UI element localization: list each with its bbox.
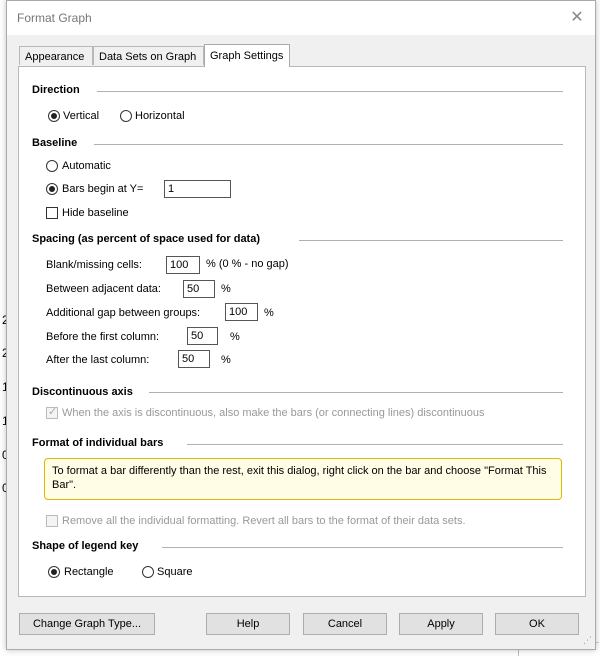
square-label[interactable]: Square [157,566,192,578]
remove-formatting-label: Remove all the individual formatting. Re… [62,515,466,527]
adjacent-data-suffix: % [221,283,231,295]
close-icon[interactable]: ✕ [567,8,587,28]
remove-formatting-checkbox[interactable] [46,515,58,527]
tab-graph-settings[interactable]: Graph Settings [204,44,290,67]
hide-baseline-label[interactable]: Hide baseline [62,207,129,219]
horizontal-radio[interactable] [120,110,132,122]
title-bar: Format Graph ✕ [7,1,595,35]
resize-grip-icon[interactable]: ⋰ [583,635,595,647]
spacing-heading: Spacing (as percent of space used for da… [32,233,267,245]
bars-begin-input[interactable]: 1 [164,180,231,198]
separator [149,392,563,393]
first-column-input[interactable]: 50 [187,327,218,345]
bars-begin-label[interactable]: Bars begin at Y= [62,183,143,195]
square-radio[interactable] [142,566,154,578]
tab-data-sets-on-graph[interactable]: Data Sets on Graph [93,46,204,65]
groups-gap-suffix: % [264,307,274,319]
discontinuous-label: When the axis is discontinuous, also mak… [62,407,485,419]
blank-cells-suffix: % (0 % - no gap) [206,258,289,270]
first-column-label: Before the first column: [46,331,160,343]
legend-shape-heading: Shape of legend key [32,540,145,552]
change-graph-type-button[interactable]: Change Graph Type... [19,613,155,635]
separator [187,444,563,445]
blank-cells-label: Blank/missing cells: [46,259,142,271]
first-column-suffix: % [230,331,240,343]
last-column-suffix: % [221,354,231,366]
format-graph-dialog: Format Graph ✕ Appearance Data Sets on G… [6,0,596,650]
last-column-label: After the last column: [46,354,150,366]
baseline-automatic-radio[interactable] [46,160,58,172]
discontinuous-checkbox[interactable] [46,405,58,419]
adjacent-data-input[interactable]: 50 [183,280,215,298]
individual-bars-note: To format a bar differently than the res… [44,458,562,500]
adjacent-data-label: Between adjacent data: [46,283,161,295]
ok-button[interactable]: OK [495,613,579,635]
separator [162,547,563,548]
separator [94,144,563,145]
hide-baseline-checkbox[interactable] [46,207,58,219]
baseline-heading: Baseline [32,137,84,149]
blank-cells-input[interactable]: 100 [166,256,200,274]
horizontal-label[interactable]: Horizontal [135,110,185,122]
rectangle-radio[interactable] [48,566,60,578]
bars-begin-radio[interactable] [46,183,58,195]
window-title: Format Graph [17,11,92,25]
separator [299,240,563,241]
individual-bars-heading: Format of individual bars [32,437,170,449]
vertical-label[interactable]: Vertical [63,110,99,122]
separator [97,91,563,92]
rectangle-label[interactable]: Rectangle [64,566,114,578]
last-column-input[interactable]: 50 [178,350,210,368]
help-button[interactable]: Help [206,613,290,635]
vertical-radio[interactable] [48,110,60,122]
direction-heading: Direction [32,84,86,96]
groups-gap-input[interactable]: 100 [225,303,258,321]
ok-label: OK [529,618,545,630]
discontinuous-heading: Discontinuous axis [32,386,139,398]
apply-button[interactable]: Apply [399,613,483,635]
groups-gap-label: Additional gap between groups: [46,307,201,319]
tab-appearance[interactable]: Appearance [19,46,93,65]
baseline-automatic-label[interactable]: Automatic [62,160,111,172]
cancel-button[interactable]: Cancel [303,613,387,635]
